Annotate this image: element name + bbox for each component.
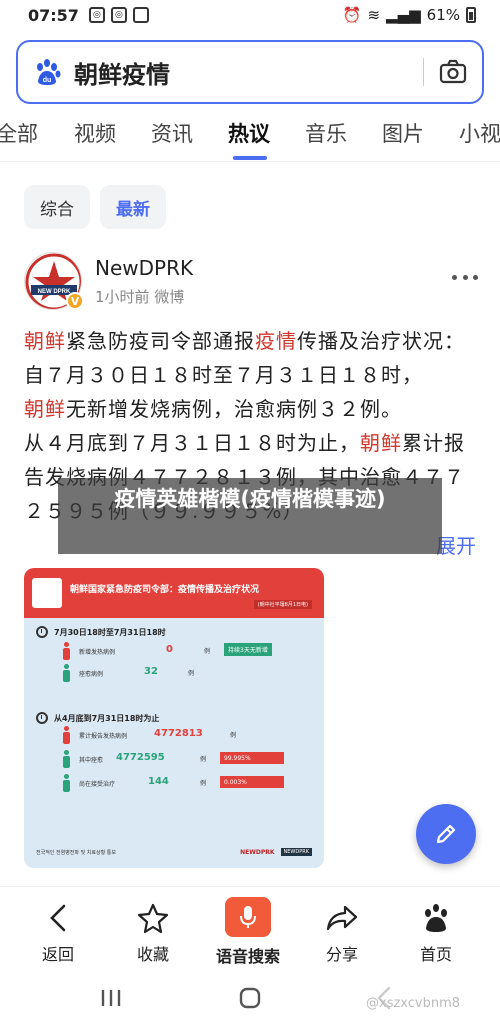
tab-discussion[interactable]: 热议 (228, 118, 270, 148)
battery-level: 61% (426, 6, 460, 24)
nav-favorite-label: 收藏 (136, 945, 169, 964)
nav-voice-search[interactable]: 语音搜索 (198, 887, 298, 971)
infographic-footer: 전국적인 전염병전파 및 치료상황 통보 NEWDPRK NEWDPRK (24, 836, 324, 868)
author-name[interactable]: NewDPRK (95, 256, 193, 280)
infographic-row: 尚在接受治疗 (62, 774, 115, 792)
infographic-row: 新增发热病例 (62, 642, 115, 660)
infographic-row: 痊愈病例 (62, 664, 103, 682)
person-icon (62, 750, 71, 768)
watermark: @xszxcvbnm8 (366, 996, 461, 1011)
clock-icon (36, 626, 48, 638)
treatment-value: 144 (148, 776, 169, 787)
notification-icon: ◎ (88, 7, 105, 23)
status-time: 07:57 (28, 5, 79, 25)
nav-share-label: 分享 (325, 945, 358, 964)
post-text: 无新增发烧病例，治愈病例３２例。 (66, 397, 402, 421)
cured-value: 32 (144, 666, 158, 677)
compose-button[interactable] (416, 804, 476, 864)
footer-brand-badge: NEWDPRK (280, 848, 312, 856)
unit-label: 例 (200, 756, 207, 763)
search-divider (423, 58, 424, 86)
post-text: 从４月底到７月３１日１８时为止， (24, 431, 360, 455)
alarm-icon: ⏰ (342, 6, 362, 24)
person-icon (62, 642, 71, 660)
back-icon (41, 901, 75, 935)
infographic-header: 朝鲜国家紧急防疫司令部：疫情传播及治疗状况 (朝中社平壤8月1日电) (24, 568, 324, 618)
wifi-icon: ≋ (367, 6, 381, 24)
svg-text:NEW DPRK: NEW DPRK (38, 289, 71, 295)
post-text: 自７月３０日１８时至７月３１日１８时， (24, 363, 423, 387)
search-bar[interactable]: du 朝鲜疫情 (16, 40, 484, 104)
post-meta: 1小时前 微博 (95, 288, 185, 306)
notification-icon (132, 7, 149, 23)
nav-home[interactable]: 首页 (386, 887, 486, 971)
person-icon (62, 726, 71, 744)
document-icon (32, 578, 62, 608)
battery-icon (466, 7, 476, 23)
category-tabs: 全部 视频 资讯 热议 音乐 图片 小视 (0, 112, 500, 162)
highlighted-keyword: 朝鲜 (24, 329, 66, 353)
share-icon (325, 901, 359, 935)
notification-icon: ◎ (110, 7, 127, 23)
svg-text:du: du (43, 77, 52, 84)
filter-comprehensive[interactable]: 综合 (24, 185, 90, 229)
unit-label: 例 (200, 780, 207, 787)
unit-label: 例 (204, 648, 211, 655)
treatment-percent-bar: 0.003% (220, 776, 284, 788)
pencil-icon (436, 824, 456, 844)
healed-value: 4772595 (116, 752, 165, 763)
more-options-icon[interactable] (452, 272, 478, 282)
nav-favorite[interactable]: 收藏 (103, 887, 203, 971)
infographic-subtitle: (朝中社平壤8月1日电) (253, 600, 312, 609)
tab-music[interactable]: 音乐 (305, 118, 347, 148)
microphone-icon (225, 897, 271, 937)
verified-badge-icon: V (66, 292, 84, 310)
unit-label: 例 (188, 670, 195, 677)
paw-icon (419, 901, 453, 935)
tab-short-video[interactable]: 小视 (459, 118, 500, 148)
nav-home-label: 首页 (419, 945, 452, 964)
tab-all[interactable]: 全部 (0, 118, 38, 148)
infographic-section-1: 7月30日18时至7月31日18时 (36, 626, 166, 638)
nav-share[interactable]: 分享 (292, 887, 392, 971)
nav-voice-label: 语音搜索 (215, 947, 280, 966)
tab-video[interactable]: 视频 (74, 118, 116, 148)
highlighted-keyword: 朝鲜 (360, 431, 402, 455)
highlighted-keyword: 朝鲜 (24, 397, 66, 421)
camera-icon[interactable] (438, 57, 468, 87)
recent-apps-icon[interactable] (100, 988, 122, 1008)
footer-text: 전국적인 전염병전파 및 치료상황 통보 (36, 849, 116, 856)
total-cases-value: 4772813 (154, 728, 203, 739)
status-tag: 持续3天无新增 (224, 643, 272, 656)
filter-latest[interactable]: 最新 (100, 185, 166, 229)
nav-back[interactable]: 返回 (8, 887, 108, 971)
star-icon (136, 901, 170, 935)
healed-percent-bar: 99.995% (220, 752, 284, 764)
post-text: 紧急防疫司令部通报 (66, 329, 255, 353)
search-input[interactable]: 朝鲜疫情 (74, 55, 423, 90)
active-tab-indicator (233, 156, 267, 160)
nav-back-label: 返回 (41, 945, 74, 964)
infographic-row: 其中痊愈 (62, 750, 103, 768)
infographic-title: 朝鲜国家紧急防疫司令部：疫情传播及治疗状况 (70, 585, 260, 595)
person-icon (62, 774, 71, 792)
tab-images[interactable]: 图片 (382, 118, 424, 148)
bottom-nav: 返回 收藏 语音搜索 分享 首页 (0, 886, 500, 970)
tab-news[interactable]: 资讯 (151, 118, 193, 148)
infographic-row: 累计报告发热病例 (62, 726, 127, 744)
signal-icon: ▂▄▆ (386, 6, 421, 24)
post-text: 传播及治疗状况： (297, 329, 465, 353)
post-image[interactable]: 朝鲜国家紧急防疫司令部：疫情传播及治疗状况 (朝中社平壤8月1日电) 7月30日… (24, 568, 324, 868)
infographic-section-2: 从4月底到7月31日18时为止 (36, 712, 159, 724)
new-cases-value: 0 (166, 644, 173, 655)
status-bar: 07:57 ◎ ◎ ⏰ ≋ ▂▄▆ 61% (0, 0, 500, 30)
footer-brand: NEWDPRK (240, 848, 275, 856)
overlay-title: 疫情英雄楷模(疫情楷模事迹) (114, 487, 386, 511)
clock-icon (36, 712, 48, 724)
baidu-logo-icon: du (37, 59, 61, 85)
unit-label: 例 (230, 732, 237, 739)
home-button-icon[interactable] (239, 987, 261, 1009)
person-icon (62, 664, 71, 682)
highlighted-keyword: 疫情 (255, 329, 297, 353)
